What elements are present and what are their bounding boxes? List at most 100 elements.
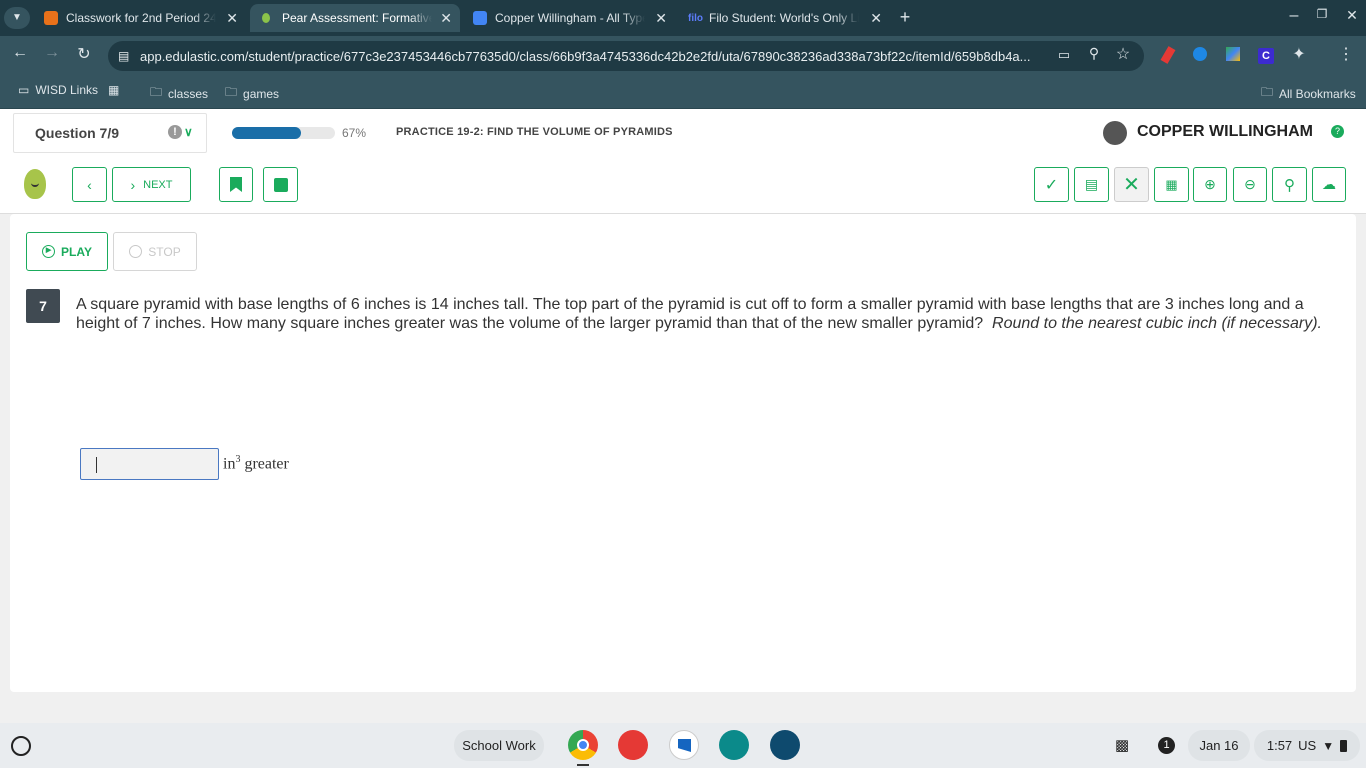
calculator-button[interactable]: ▦ <box>1154 167 1189 202</box>
desk-label: School Work <box>462 738 536 753</box>
back-icon[interactable]: ← <box>8 44 32 62</box>
restore-button[interactable]: ❐ <box>1310 7 1334 21</box>
menu-kebab-icon[interactable]: ⋮ <box>1334 44 1358 64</box>
zoom-icon[interactable]: ⚲ <box>1082 45 1106 62</box>
notification-count-badge[interactable]: 1 <box>1158 737 1175 754</box>
extension-pen-icon[interactable] <box>1160 46 1176 64</box>
school-work-desk[interactable]: School Work <box>454 730 544 761</box>
bookmark-label: WISD Links <box>35 83 99 97</box>
zoom-in-icon: ⊕ <box>1204 176 1216 192</box>
bookmark-button[interactable] <box>219 167 253 202</box>
apps-grid-icon[interactable]: ▦ <box>108 83 119 97</box>
install-app-icon[interactable]: ▭ <box>1052 47 1076 63</box>
close-x-icon: ✕ <box>1123 174 1140 196</box>
tab-filo[interactable]: filo Filo Student: World's Only Live ✕ <box>680 4 890 32</box>
bookmark-games[interactable]: 🗀 games <box>225 83 279 104</box>
tab-classwork[interactable]: Classwork for 2nd Period 24-25 ✕ <box>36 4 246 32</box>
unit-base: in <box>223 455 236 473</box>
tab-search-button[interactable]: ▼ <box>4 7 30 29</box>
play-button[interactable]: ▶ PLAY <box>26 232 108 271</box>
tab-title: Copper Willingham - All Types <box>495 11 645 25</box>
question-text: A square pyramid with base lengths of 6 … <box>76 295 1336 333</box>
bookmark-star-icon[interactable]: ☆ <box>1111 44 1135 64</box>
close-tab-icon[interactable]: ✕ <box>226 10 238 27</box>
screencast-icon[interactable] <box>669 730 699 760</box>
tab-pear-assessment[interactable]: Pear Assessment: Formative a ✕ <box>250 4 460 32</box>
next-button[interactable]: › NEXT <box>112 167 191 202</box>
eliminate-button[interactable]: ✕ <box>1114 167 1149 202</box>
classroom-app-icon[interactable] <box>719 730 749 760</box>
url-bar[interactable]: ▤ app.edulastic.com/student/practice/677… <box>108 41 1144 71</box>
assessment-header: Question 7/9 ! ∨ 67% PRACTICE 19-2: FIND… <box>0 109 1366 156</box>
check-answer-button[interactable]: ✓ <box>1034 167 1069 202</box>
date-label: Jan 16 <box>1199 738 1239 753</box>
new-tab-button[interactable]: + <box>893 7 917 28</box>
tab-title: Classwork for 2nd Period 24-25 <box>66 11 216 25</box>
calculator-icon: ▦ <box>1165 176 1178 192</box>
save-button[interactable] <box>263 167 298 202</box>
question-number-badge: 7 <box>26 289 60 323</box>
stop-label: STOP <box>148 244 181 259</box>
progress-fill <box>232 127 301 139</box>
chrome-icon[interactable] <box>568 730 598 760</box>
extension-c-icon[interactable]: C <box>1258 48 1274 64</box>
bookmark-classes[interactable]: 🗀 classes <box>150 83 208 104</box>
close-tab-icon[interactable]: ✕ <box>440 10 452 27</box>
os-taskbar: School Work ▩ 1 Jan 16 1:57 US ▼ <box>0 723 1366 768</box>
search-icon: ⚲ <box>1284 176 1295 194</box>
active-app-indicator <box>577 764 589 766</box>
browser-tab-bar: ▼ Classwork for 2nd Period 24-25 ✕ Pear … <box>0 0 1366 36</box>
all-bookmarks[interactable]: 🗀 All Bookmarks <box>1261 83 1356 104</box>
close-tab-icon[interactable]: ✕ <box>655 10 667 27</box>
data-app-icon[interactable] <box>770 730 800 760</box>
tab-docs[interactable]: Copper Willingham - All Types ✕ <box>465 4 675 32</box>
extension-blue-icon[interactable] <box>1193 47 1207 61</box>
docs-icon <box>473 11 487 25</box>
question-card: ▶ PLAY STOP 7 A square pyramid with base … <box>10 214 1356 692</box>
bookmarks-bar: ▭ WISD Links ▦ 🗀 classes 🗀 games 🗀 All Bookm… <box>0 76 1366 109</box>
site-info-icon[interactable]: ▤ <box>118 49 129 63</box>
save-icon <box>273 177 288 192</box>
minimize-button[interactable]: – <box>1282 7 1306 25</box>
assessment-page: Question 7/9 ! ∨ 67% PRACTICE 19-2: FIND… <box>0 109 1366 723</box>
text-caret <box>96 457 97 473</box>
extension-color-icon[interactable] <box>1226 47 1240 61</box>
filo-icon: filo <box>688 12 703 24</box>
zoom-out-button[interactable]: ⊖ <box>1233 167 1267 202</box>
forward-icon[interactable]: → <box>40 44 64 62</box>
answer-unit: in3 greater <box>223 454 289 473</box>
extensions-puzzle-icon[interactable]: ✦ <box>1287 44 1311 64</box>
notepad-button[interactable]: ▤ <box>1074 167 1109 202</box>
upload-button[interactable]: ☁ <box>1312 167 1346 202</box>
user-name: COPPER WILLINGHAM <box>1137 123 1313 140</box>
paint-app-icon[interactable] <box>618 730 648 760</box>
previous-button[interactable]: ‹ <box>72 167 107 202</box>
wifi-icon: ▼ <box>1322 738 1335 753</box>
bookmark-label: classes <box>168 86 209 101</box>
folder-icon: 🗀 <box>1261 85 1274 99</box>
zoom-in-button[interactable]: ⊕ <box>1193 167 1227 202</box>
question-selector[interactable]: Question 7/9 ! ∨ <box>13 113 207 153</box>
close-window-button[interactable]: ✕ <box>1340 7 1364 24</box>
checkmark-icon: ✓ <box>1044 176 1059 194</box>
bookmark-wisd-links[interactable]: ▭ WISD Links <box>18 83 98 97</box>
chevron-right-icon: › <box>130 176 136 193</box>
progress-percent: 67% <box>342 126 367 140</box>
launcher-icon[interactable] <box>11 736 31 756</box>
folder-icon: 🗀 <box>150 85 163 99</box>
date-tray[interactable]: Jan 16 <box>1188 730 1250 761</box>
magnifier-button[interactable]: ⚲ <box>1272 167 1307 202</box>
stop-button[interactable]: STOP <box>113 232 197 271</box>
bookmark-label: games <box>243 86 280 101</box>
help-icon[interactable]: ? <box>1331 125 1344 138</box>
close-tab-icon[interactable]: ✕ <box>870 10 882 27</box>
unit-suffix: greater <box>244 455 289 473</box>
reload-icon[interactable]: ↻ <box>72 44 96 64</box>
question-label: Question 7/9 <box>35 125 120 141</box>
user-avatar-icon[interactable] <box>1103 121 1127 145</box>
clipboard-icon[interactable]: ▩ <box>1115 736 1129 754</box>
status-tray[interactable]: 1:57 US ▼ <box>1254 730 1360 761</box>
answer-input[interactable] <box>80 448 219 480</box>
folder-icon: 🗀 <box>225 85 238 99</box>
practice-title: PRACTICE 19-2: FIND THE VOLUME OF PYRAMI… <box>396 126 673 138</box>
